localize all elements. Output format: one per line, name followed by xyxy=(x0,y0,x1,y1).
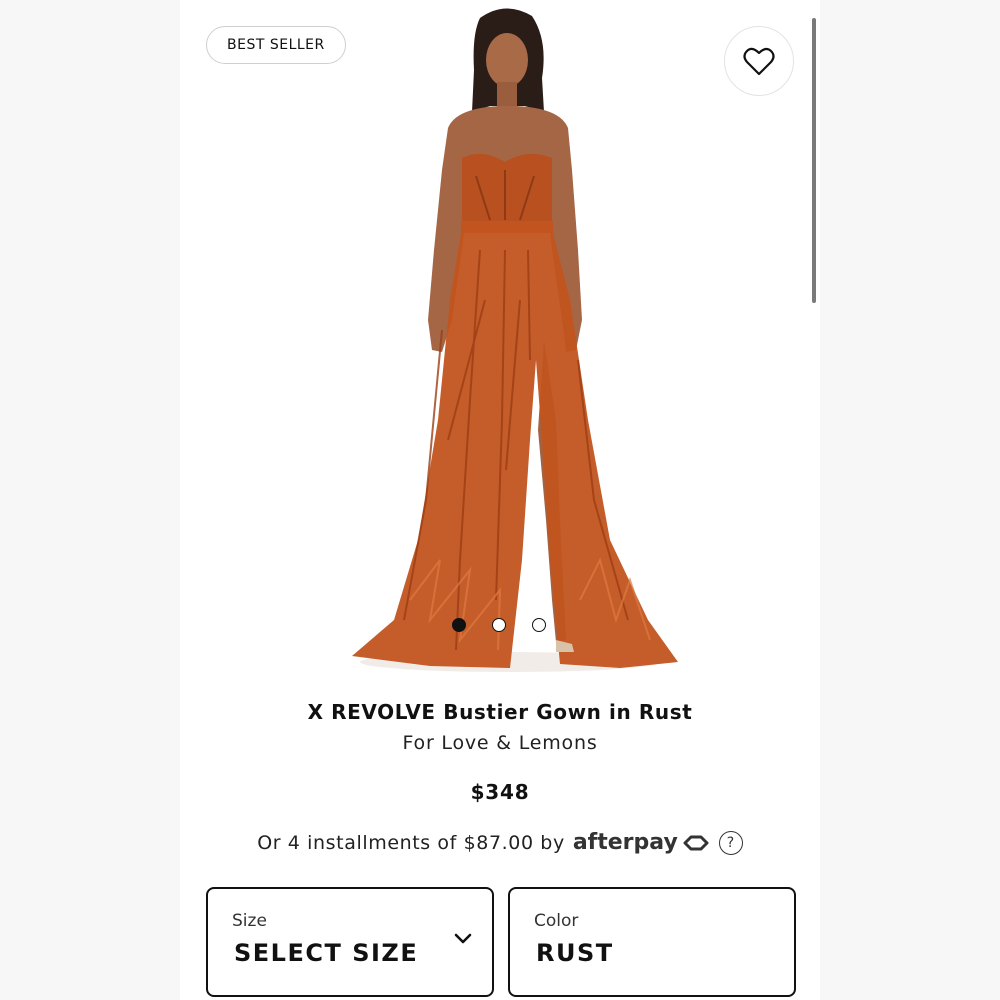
afterpay-help-button[interactable]: ? xyxy=(718,830,743,855)
chevron-down-icon xyxy=(454,933,472,944)
product-image[interactable] xyxy=(180,0,820,690)
size-label: Size xyxy=(232,911,267,931)
installments-text: Or 4 installments of $87.00 by xyxy=(257,831,565,854)
afterpay-arrows-icon xyxy=(683,835,709,850)
scrollbar[interactable] xyxy=(812,18,816,303)
product-brand[interactable]: For Love & Lemons xyxy=(180,732,820,754)
carousel-dot-3[interactable] xyxy=(532,618,546,632)
help-icon: ? xyxy=(726,834,735,851)
size-value: SELECT SIZE xyxy=(234,939,419,967)
product-price: $348 xyxy=(470,780,530,804)
heart-outline-icon xyxy=(743,47,775,76)
carousel-dot-1[interactable] xyxy=(452,618,466,632)
color-value: RUST xyxy=(536,939,614,967)
carousel-dots xyxy=(452,618,546,632)
product-title: X REVOLVE Bustier Gown in Rust xyxy=(307,700,693,724)
color-selector[interactable]: Color RUST xyxy=(508,887,796,997)
favorite-button[interactable] xyxy=(724,26,794,96)
best-seller-label: BEST SELLER xyxy=(227,37,325,53)
size-selector[interactable]: Size SELECT SIZE xyxy=(206,887,494,997)
afterpay-wordmark: afterpay xyxy=(572,830,678,855)
afterpay-logo: afterpay xyxy=(573,830,711,855)
product-page: BEST SELLER X REVOLVE Bustier Gown in Ru… xyxy=(180,0,820,1000)
best-seller-badge: BEST SELLER xyxy=(206,26,346,64)
afterpay-installments: Or 4 installments of $87.00 by afterpay … xyxy=(180,830,820,855)
color-label: Color xyxy=(534,911,579,931)
carousel-dot-2[interactable] xyxy=(492,618,506,632)
